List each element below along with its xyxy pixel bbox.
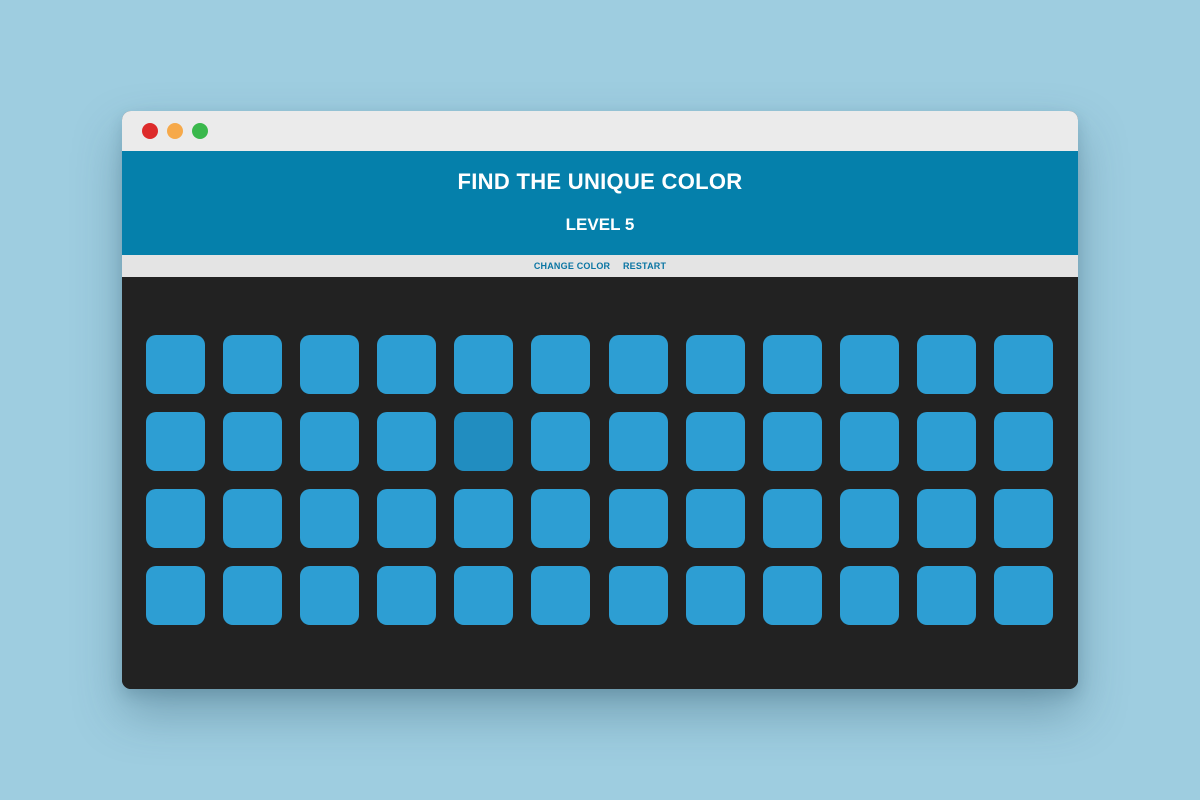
game-header: FIND THE UNIQUE COLOR LEVEL 5 <box>122 151 1078 255</box>
color-tile[interactable] <box>839 489 899 548</box>
color-tile[interactable] <box>377 566 437 625</box>
color-tile[interactable] <box>531 566 591 625</box>
color-tile[interactable] <box>608 335 668 394</box>
color-tile[interactable] <box>994 489 1054 548</box>
game-menu: CHANGE COLOR RESTART <box>122 255 1078 277</box>
color-tile[interactable] <box>454 489 514 548</box>
color-tile[interactable] <box>223 566 283 625</box>
color-tile[interactable] <box>531 412 591 471</box>
color-tile[interactable] <box>685 489 745 548</box>
color-tile[interactable] <box>454 335 514 394</box>
color-tile[interactable] <box>146 489 205 548</box>
color-tile[interactable] <box>223 489 283 548</box>
color-tile[interactable] <box>608 566 668 625</box>
color-tile[interactable] <box>608 489 668 548</box>
color-tile[interactable] <box>146 566 205 625</box>
color-tile[interactable] <box>685 335 745 394</box>
color-tile[interactable] <box>608 412 668 471</box>
window-titlebar <box>122 111 1078 151</box>
color-tile[interactable] <box>916 412 976 471</box>
browser-window: FIND THE UNIQUE COLOR LEVEL 5 CHANGE COL… <box>122 111 1078 689</box>
color-tile[interactable] <box>685 566 745 625</box>
color-tile[interactable] <box>994 412 1054 471</box>
color-tile[interactable] <box>531 489 591 548</box>
unique-color-tile[interactable] <box>454 412 514 471</box>
change-color-link[interactable]: CHANGE COLOR <box>534 261 610 271</box>
color-tile[interactable] <box>839 335 899 394</box>
color-tile[interactable] <box>146 412 205 471</box>
close-window-icon[interactable] <box>142 123 158 139</box>
color-tile[interactable] <box>839 412 899 471</box>
game-board <box>122 277 1078 689</box>
color-tile[interactable] <box>994 566 1054 625</box>
color-tile[interactable] <box>762 489 822 548</box>
color-tile[interactable] <box>146 335 205 394</box>
color-tile[interactable] <box>300 566 360 625</box>
color-tile[interactable] <box>994 335 1054 394</box>
color-tile[interactable] <box>916 335 976 394</box>
maximize-window-icon[interactable] <box>192 123 208 139</box>
color-tile[interactable] <box>377 335 437 394</box>
color-tile[interactable] <box>685 412 745 471</box>
color-tile[interactable] <box>839 566 899 625</box>
color-tile[interactable] <box>300 335 360 394</box>
color-tile[interactable] <box>223 335 283 394</box>
color-tile[interactable] <box>531 335 591 394</box>
minimize-window-icon[interactable] <box>167 123 183 139</box>
color-tile[interactable] <box>762 566 822 625</box>
color-tile[interactable] <box>300 489 360 548</box>
color-tile[interactable] <box>223 412 283 471</box>
color-tile[interactable] <box>916 489 976 548</box>
color-tile[interactable] <box>377 489 437 548</box>
color-tile[interactable] <box>300 412 360 471</box>
restart-link[interactable]: RESTART <box>623 261 666 271</box>
color-tile[interactable] <box>377 412 437 471</box>
color-tile[interactable] <box>762 412 822 471</box>
tile-grid <box>146 335 1054 625</box>
level-indicator: LEVEL 5 <box>565 215 635 234</box>
color-tile[interactable] <box>916 566 976 625</box>
game-title: FIND THE UNIQUE COLOR <box>457 169 743 194</box>
color-tile[interactable] <box>454 566 514 625</box>
color-tile[interactable] <box>762 335 822 394</box>
